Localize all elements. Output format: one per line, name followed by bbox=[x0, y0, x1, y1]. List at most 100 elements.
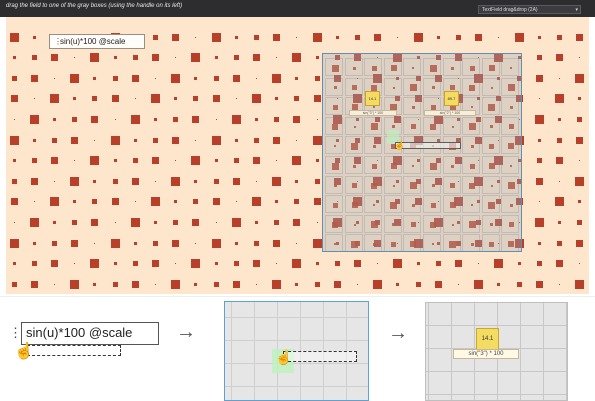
scale-square bbox=[333, 280, 341, 288]
scale-square bbox=[213, 75, 219, 81]
panel-square bbox=[333, 86, 337, 90]
panel-square bbox=[392, 223, 396, 227]
scale-square bbox=[554, 94, 564, 104]
panel-square bbox=[489, 143, 495, 149]
panel-square bbox=[490, 125, 494, 129]
scale-square bbox=[134, 98, 136, 100]
scale-square bbox=[112, 75, 118, 81]
panel-square bbox=[351, 240, 359, 248]
hand-cursor-icon: ☝ bbox=[14, 343, 34, 360]
panel-tile bbox=[364, 214, 383, 233]
scale-square bbox=[12, 262, 16, 266]
scale-square bbox=[558, 77, 560, 79]
drop-box-value[interactable]: 89.7 bbox=[444, 91, 459, 106]
scale-square bbox=[31, 261, 37, 267]
panel-square bbox=[508, 222, 514, 228]
panel-square bbox=[351, 142, 359, 150]
scale-square bbox=[113, 262, 117, 266]
panel-square bbox=[469, 163, 475, 169]
panel-square bbox=[508, 124, 514, 130]
scale-square bbox=[534, 114, 544, 124]
scale-square bbox=[9, 135, 19, 145]
scale-square bbox=[457, 283, 459, 285]
panel-tile bbox=[403, 77, 422, 96]
scale-square bbox=[578, 97, 582, 101]
panel-tile bbox=[325, 136, 343, 155]
scale-square bbox=[373, 279, 383, 289]
panel-square bbox=[331, 162, 339, 170]
panel-tile bbox=[364, 195, 383, 214]
panel-square bbox=[392, 86, 395, 89]
scale-square bbox=[133, 241, 137, 245]
panel-square bbox=[353, 125, 356, 128]
draggable-text-field[interactable]: ⋮ sin(u)*100 @scale bbox=[49, 34, 145, 49]
scale-square bbox=[535, 74, 543, 82]
drag-handle-icon: ⋮ bbox=[9, 325, 22, 340]
scale-square bbox=[70, 279, 80, 289]
scale-square bbox=[416, 262, 420, 266]
panel-tile bbox=[442, 214, 461, 233]
scale-square bbox=[195, 139, 197, 141]
panel-tile bbox=[325, 97, 343, 116]
scale-square bbox=[253, 137, 259, 143]
scale-square bbox=[554, 197, 564, 207]
scale-square bbox=[193, 96, 199, 102]
app-selector-label: TextField drag&drop (2A) bbox=[482, 7, 538, 13]
scale-square bbox=[558, 180, 560, 182]
step1-field-value: sin(u)*100 @scale bbox=[26, 325, 133, 340]
scale-square bbox=[252, 260, 260, 268]
scale-square bbox=[354, 34, 360, 40]
scale-square bbox=[153, 220, 157, 224]
panel-tile bbox=[344, 116, 363, 135]
grid-line bbox=[225, 340, 368, 341]
app-selector-dropdown[interactable]: TextField drag&drop (2A) ▾ bbox=[478, 5, 581, 14]
scale-square bbox=[254, 220, 258, 224]
panel-square bbox=[471, 204, 474, 207]
scale-square bbox=[578, 200, 582, 204]
scale-square bbox=[195, 36, 197, 38]
panel-square bbox=[333, 184, 337, 188]
scale-square bbox=[312, 238, 322, 248]
scale-square bbox=[535, 177, 543, 185]
scale-square bbox=[92, 96, 98, 102]
panel-tile bbox=[403, 234, 422, 251]
drag-handle-icon[interactable]: ⋮ bbox=[54, 37, 62, 46]
scale-square bbox=[191, 53, 201, 63]
scale-square bbox=[556, 240, 562, 246]
scale-square bbox=[154, 180, 156, 182]
panel-tile bbox=[501, 58, 520, 76]
panel-tile bbox=[481, 116, 500, 135]
result-value-box: 14.1 bbox=[476, 328, 499, 350]
scale-square bbox=[91, 115, 99, 123]
scale-square bbox=[10, 95, 18, 103]
panel-square bbox=[451, 223, 454, 226]
scale-square bbox=[517, 262, 521, 266]
panel-square bbox=[470, 242, 474, 246]
scale-square bbox=[374, 33, 382, 41]
panel-tile bbox=[423, 214, 441, 233]
scale-square bbox=[253, 34, 259, 40]
scale-square bbox=[214, 262, 218, 266]
panel-square bbox=[409, 182, 417, 190]
drop-box-value[interactable]: 14.1 bbox=[365, 91, 380, 106]
text-field-value[interactable]: sin(u)*100 @scale bbox=[60, 37, 125, 46]
panel-square bbox=[334, 145, 336, 148]
panel-tile bbox=[383, 58, 402, 76]
scale-square bbox=[32, 35, 36, 39]
panel-square bbox=[490, 223, 494, 227]
panel-square bbox=[411, 105, 415, 109]
drop-target-panel[interactable]: 14.1 sin("3") * 100 89.7 sin("2") * 100 … bbox=[322, 53, 522, 252]
scale-square bbox=[292, 53, 302, 63]
panel-tile bbox=[462, 58, 481, 76]
drop-box-caption: sin("3") * 100 bbox=[349, 110, 397, 116]
panel-square bbox=[353, 223, 356, 226]
scale-square bbox=[234, 241, 238, 245]
scale-square bbox=[555, 260, 563, 268]
scale-square bbox=[538, 98, 540, 100]
scale-square bbox=[536, 55, 542, 61]
panel-tile bbox=[462, 234, 481, 251]
panel-square bbox=[508, 143, 515, 150]
panel-tile bbox=[423, 156, 441, 174]
scale-square bbox=[32, 138, 36, 142]
panel-tile bbox=[383, 175, 402, 194]
